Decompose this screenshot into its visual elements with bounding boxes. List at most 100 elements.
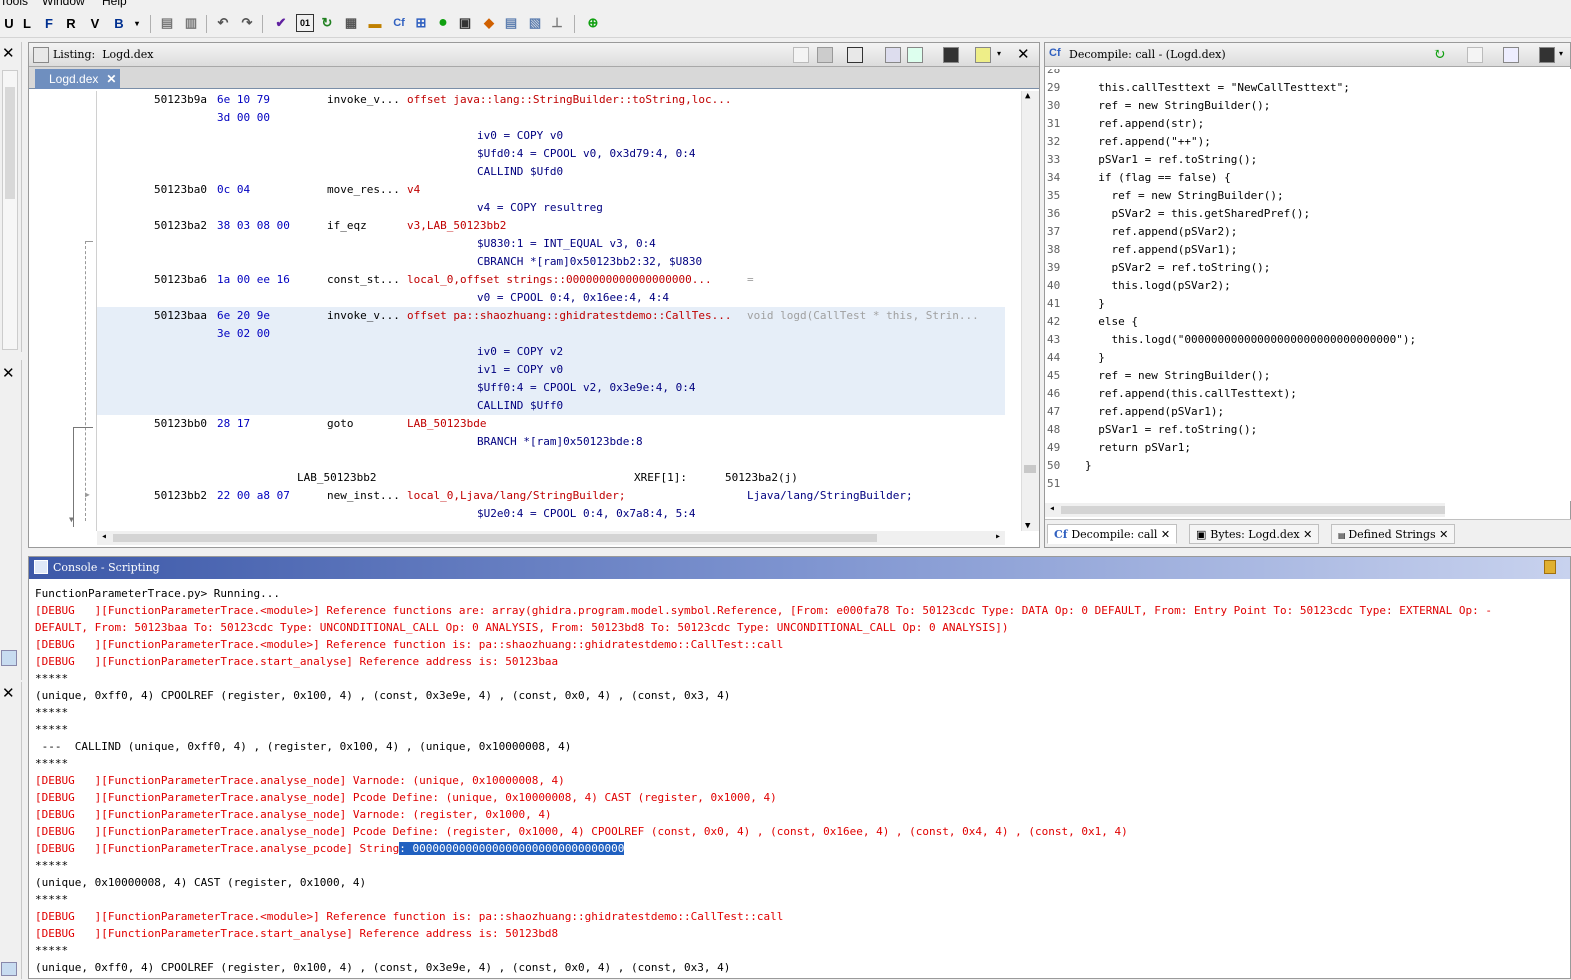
clear-r-icon[interactable]: R xyxy=(62,14,80,32)
debug-icon[interactable]: ⊕ xyxy=(584,14,602,32)
decompile-line[interactable]: 46 ref.append(this.callTesttext); xyxy=(1045,385,1571,403)
close-icon[interactable]: ✕ xyxy=(1439,528,1448,541)
paste-icon[interactable] xyxy=(817,47,833,63)
scroll-thumb[interactable] xyxy=(1061,506,1445,514)
listing-vertical-scrollbar[interactable]: ▲ ▼ xyxy=(1021,91,1039,531)
decompile-line[interactable]: 49 return pSVar1; xyxy=(1045,439,1571,457)
folder-icon[interactable]: ▬ xyxy=(366,14,384,32)
edit-icon[interactable] xyxy=(1503,47,1519,63)
function-graph-icon[interactable]: ⊞ xyxy=(412,14,430,32)
copy-icon[interactable] xyxy=(793,47,809,63)
edit-fields-icon[interactable] xyxy=(885,47,901,63)
decompile-line[interactable]: 37 ref.append(pSVar2); xyxy=(1045,223,1571,241)
decompile-line[interactable]: 47 ref.append(pSVar1); xyxy=(1045,403,1571,421)
table-icon[interactable]: ▦ xyxy=(342,14,360,32)
scroll-thumb[interactable] xyxy=(113,534,877,542)
close-icon[interactable]: ✕ xyxy=(106,69,116,89)
memory-map-icon[interactable]: ▤ xyxy=(502,14,520,32)
scroll-left-icon[interactable]: ◂ xyxy=(1049,503,1055,514)
scroll-left-icon[interactable]: ◂ xyxy=(101,531,107,542)
decompile-line[interactable]: 28 xyxy=(1045,69,1571,79)
listing-row[interactable]: 50123ba2 38 03 08 00 if_eqz v3,LAB_50123bb2 xyxy=(97,217,1005,235)
decompile-line[interactable]: 39 pSVar2 = ref.toString(); xyxy=(1045,259,1571,277)
listing-row[interactable]: 3e 02 00 xyxy=(97,325,1005,343)
listing-row[interactable]: 50123ba6 1a 00 ee 16 const_st... local_0,of… xyxy=(97,271,1005,289)
refresh-green-icon[interactable]: ↻ xyxy=(318,14,336,32)
copy-icon[interactable]: ▤ xyxy=(158,14,176,32)
snapshot-camera-icon[interactable] xyxy=(943,47,959,63)
listing-row[interactable]: iv0 = COPY v0 xyxy=(97,127,1005,145)
close-icon[interactable]: ✕ xyxy=(1017,45,1030,63)
tree-icon[interactable]: ⊥ xyxy=(548,14,566,32)
decompile-line[interactable]: 40 this.logd(pSVar2); xyxy=(1045,277,1571,295)
listing-row[interactable]: CALLIND $Uff0 xyxy=(97,397,1005,415)
xref-address[interactable]: 50123ba2(j) xyxy=(725,469,798,487)
menu-tools[interactable]: Tools xyxy=(0,0,28,8)
listing-row[interactable]: v4 = COPY resultreg xyxy=(97,199,1005,217)
copy-icon[interactable] xyxy=(1467,47,1483,63)
decompile-line[interactable]: 45 ref = new StringBuilder(); xyxy=(1045,367,1571,385)
decompile-line[interactable]: 31 ref.append(str); xyxy=(1045,115,1571,133)
scroll-up-icon[interactable]: ▲ xyxy=(1025,91,1030,101)
filter-icon[interactable] xyxy=(1,962,17,976)
close-icon[interactable]: ✕ xyxy=(1161,528,1170,541)
decompile-line[interactable]: 35 ref = new StringBuilder(); xyxy=(1045,187,1571,205)
listing-row[interactable]: 50123bb0 28 17 goto LAB_50123bde xyxy=(97,415,1005,433)
decompile-line[interactable]: 38 ref.append(pSVar1); xyxy=(1045,241,1571,259)
listing-row[interactable]: LAB_50123bb2 XREF[1]: 50123ba2(j) xyxy=(97,469,1005,487)
decompile-line[interactable]: 44 } xyxy=(1045,349,1571,367)
tab-bytes[interactable]: ▣ Bytes: Logd.dex ✕ xyxy=(1189,524,1320,544)
check-icon[interactable]: ✔ xyxy=(272,14,290,32)
snapshot-camera-icon[interactable] xyxy=(1539,47,1555,63)
decompile-line[interactable]: 42 else { xyxy=(1045,313,1571,331)
decompile-line[interactable]: 30 ref = new StringBuilder(); xyxy=(1045,97,1571,115)
decompile-line[interactable]: 50} xyxy=(1045,457,1571,475)
close-icon[interactable]: ✕ xyxy=(1303,528,1312,541)
listing-row[interactable]: 50123baa 6e 20 9e invoke_v... offset pa::sh… xyxy=(97,307,1005,325)
decompile-line[interactable]: 33 pSVar1 = ref.toString(); xyxy=(1045,151,1571,169)
dropdown-icon[interactable]: ▾ xyxy=(1559,49,1563,58)
tab-logd-dex[interactable]: Logd.dex ✕ xyxy=(35,69,121,89)
decompile-line[interactable]: 48 pSVar1 = ref.toString(); xyxy=(1045,421,1571,439)
listing-row[interactable]: v0 = CPOOL 0:4, 0x16ee:4, 4:4 xyxy=(97,289,1005,307)
listing-horizontal-scrollbar[interactable]: ◂ ▸ xyxy=(97,531,1005,545)
menu-window[interactable]: Window xyxy=(42,0,85,8)
menu-help[interactable]: Help xyxy=(102,0,127,8)
lock-icon[interactable] xyxy=(1544,560,1556,574)
listing-row[interactable]: iv1 = COPY v0 xyxy=(97,361,1005,379)
listing-row[interactable]: BRANCH *[ram]0x50123bde:8 xyxy=(97,433,1005,451)
bookmark-b-icon[interactable]: B xyxy=(110,14,128,32)
redo-icon[interactable]: ↷ xyxy=(238,14,256,32)
decompile-line[interactable]: 43 this.logd("00000000000000000000000000… xyxy=(1045,331,1571,349)
decompile-line[interactable]: 29 this.callTesttext = "NewCallTesttext"… xyxy=(1045,79,1571,97)
decompile-horizontal-scrollbar[interactable]: ◂ xyxy=(1045,503,1445,517)
scroll-right-icon[interactable]: ▸ xyxy=(995,531,1001,542)
paste-icon[interactable]: ▥ xyxy=(182,14,200,32)
data-type-icon[interactable]: ▧ xyxy=(526,14,544,32)
decompile-line[interactable]: 41 } xyxy=(1045,295,1571,313)
left-dock-scrollbar[interactable] xyxy=(2,70,18,350)
diff-icon[interactable] xyxy=(907,47,923,63)
listing-row[interactable]: 50123bb2 22 00 a8 07 new_inst... local_0,Lj… xyxy=(97,487,1005,505)
decompile-line[interactable]: 36 pSVar2 = this.getSharedPref(); xyxy=(1045,205,1571,223)
listing-row[interactable]: 50123ba0 0c 04 move_res... v4 xyxy=(97,181,1005,199)
listing-row[interactable]: 3d 00 00 xyxy=(97,109,1005,127)
dropdown-icon[interactable]: ▾ xyxy=(128,14,146,32)
scroll-down-icon[interactable]: ▼ xyxy=(1025,521,1030,531)
scroll-thumb[interactable] xyxy=(1024,465,1036,473)
filter-icon[interactable] xyxy=(1,650,17,666)
layout-icon[interactable] xyxy=(975,47,991,63)
listing-row[interactable]: 50123b9a 6e 10 79 invoke_v... offset java::… xyxy=(97,91,1005,109)
close-icon[interactable]: ✕ xyxy=(2,44,15,62)
close-icon[interactable]: ✕ xyxy=(2,364,15,382)
listing-row[interactable] xyxy=(97,451,1005,469)
dropdown-icon[interactable]: ▾ xyxy=(997,49,1001,58)
listing-row[interactable]: $U2e0:4 = CPOOL 0:4, 0x7a8:4, 5:4 xyxy=(97,505,1005,523)
script-manager-icon[interactable]: ▣ xyxy=(456,14,474,32)
listing-row[interactable]: CBRANCH *[ram]0x50123bb2:32, $U830 xyxy=(97,253,1005,271)
function-f-icon[interactable]: F xyxy=(40,14,58,32)
decompile-line[interactable]: 32 ref.append("++"); xyxy=(1045,133,1571,151)
listing-row[interactable]: $Ufd0:4 = CPOOL v0, 0x3d79:4, 0:4 xyxy=(97,145,1005,163)
listing-row[interactable]: iv0 = COPY v2 xyxy=(97,343,1005,361)
binary-01-icon[interactable]: 01 xyxy=(296,14,314,32)
